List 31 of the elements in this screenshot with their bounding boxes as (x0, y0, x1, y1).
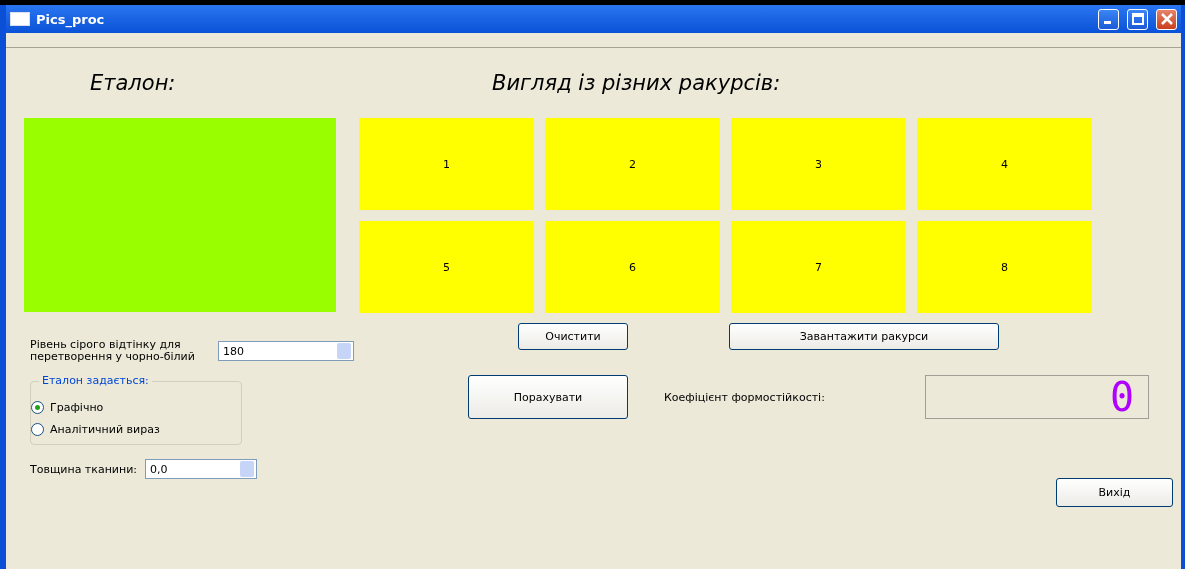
lcd-display: 0 (925, 375, 1149, 419)
view-tile[interactable]: 1 (359, 118, 534, 210)
radio-option[interactable]: Графічно (31, 396, 104, 418)
window-title: Pics_proc (36, 11, 106, 27)
compute-button[interactable]: Порахувати (468, 375, 628, 419)
thickness-spinbox[interactable]: 0,0 (145, 459, 258, 479)
coefficient-label: Коефіцієнт формостійкості: (664, 390, 826, 404)
threshold-label: Рівень сірого відтінку для перетворення у чорно-білий (30, 339, 196, 363)
view-tile[interactable]: 5 (359, 221, 534, 313)
minimize-icon (1103, 20, 1111, 24)
clear-button[interactable]: Очистити (518, 323, 628, 350)
close-button[interactable] (1156, 8, 1177, 30)
maximize-icon (1131, 13, 1144, 25)
window-icon (10, 12, 30, 26)
radio-option[interactable]: Аналітичний вираз (31, 418, 160, 440)
view-tile[interactable]: 2 (545, 118, 720, 210)
view-tile[interactable]: 6 (545, 221, 720, 313)
maximize-button[interactable] (1127, 8, 1148, 30)
load-views-button[interactable]: Завантажити ракурси (729, 323, 999, 350)
views-heading: Вигляд із різних ракурсів: (492, 71, 781, 95)
view-tile[interactable]: 3 (731, 118, 906, 210)
minimize-button[interactable] (1098, 8, 1119, 30)
view-tile[interactable]: 7 (731, 221, 906, 313)
exit-button[interactable]: Вихід (1056, 478, 1173, 507)
reference-heading: Еталон: (90, 71, 176, 95)
group-title: Еталон задається: (39, 374, 152, 387)
thickness-label: Товщина тканини: (30, 462, 138, 476)
view-tile[interactable]: 4 (917, 118, 1092, 210)
view-tile[interactable]: 8 (917, 221, 1092, 313)
close-icon (1160, 13, 1173, 25)
threshold-spinbox[interactable]: 180 (218, 341, 354, 361)
